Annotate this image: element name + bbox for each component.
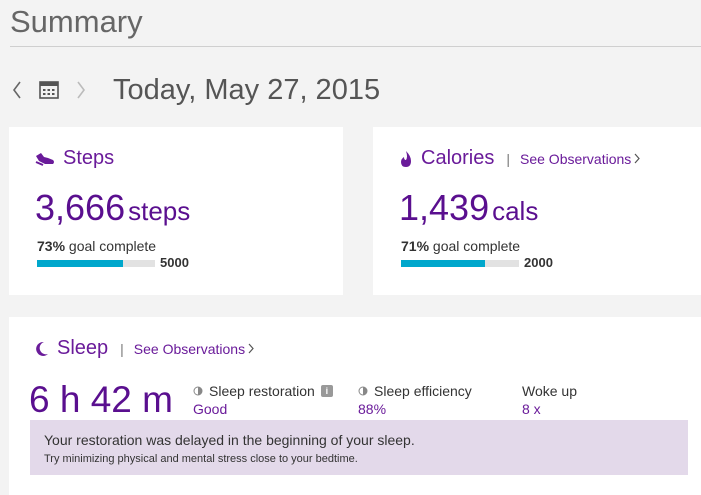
calories-goal-percent: 71% <box>401 238 430 254</box>
chevron-left-icon <box>13 81 21 99</box>
header-separator: | <box>120 340 124 357</box>
shoe-icon <box>35 152 54 166</box>
steps-progress-fill <box>37 260 124 267</box>
title-divider <box>10 46 701 47</box>
calories-header: Calories | See Observations <box>399 147 641 170</box>
steps-metric: 3,666 steps <box>35 187 190 229</box>
observations-link-label: See Observations <box>520 150 632 167</box>
chevron-right-small-icon <box>634 153 641 164</box>
calories-progress-fill <box>401 260 485 267</box>
header-separator: | <box>506 150 510 167</box>
previous-day-button[interactable] <box>10 72 24 108</box>
steps-goal-target: 5000 <box>160 255 189 270</box>
sleep-efficiency-value: 88% <box>358 401 387 417</box>
sleep-efficiency-label: Sleep efficiency <box>374 383 472 399</box>
sleep-title: Sleep <box>57 337 109 359</box>
moon-icon <box>36 341 48 356</box>
sleep-efficiency-stat: Sleep efficiency 88% <box>358 383 472 417</box>
steps-card[interactable]: Steps 3,666 steps 73% goal complete 5000 <box>9 127 343 295</box>
sleep-insight-main: Your restoration was delayed in the begi… <box>44 432 415 448</box>
sleep-insight-box: Your restoration was delayed in the begi… <box>30 420 688 475</box>
woke-up-stat: Woke up 8 x <box>522 383 577 417</box>
info-icon[interactable]: i <box>320 385 333 397</box>
observations-link-label: See Observations <box>133 340 246 357</box>
calories-unit: cals <box>492 196 539 226</box>
steps-goal-label: goal complete <box>68 238 157 254</box>
half-moon-icon <box>193 386 203 396</box>
sleep-header: Sleep | See Observations <box>35 337 254 360</box>
sleep-efficiency-label-row: Sleep efficiency <box>358 383 472 399</box>
current-date: Today, May 27, 2015 <box>113 74 381 106</box>
steps-progress-bar <box>37 260 155 267</box>
sleep-restoration-label-row: Sleep restoration i <box>193 383 333 399</box>
calories-goal-text: 71% goal complete <box>401 238 520 254</box>
calories-goal-label: goal complete <box>432 238 521 254</box>
calories-title: Calories <box>421 147 495 169</box>
calories-value: 1,439 <box>399 187 490 228</box>
calories-progress-bar <box>401 260 519 267</box>
calories-card[interactable]: Calories | See Observations 1,439 cals 71… <box>373 127 701 295</box>
steps-title: Steps <box>63 147 115 169</box>
woke-up-value: 8 x <box>522 401 541 417</box>
calendar-button[interactable] <box>38 72 60 108</box>
sleep-restoration-label: Sleep restoration <box>209 383 315 399</box>
calendar-icon <box>39 81 59 99</box>
sleep-restoration-stat: Sleep restoration i Good <box>193 383 333 417</box>
calories-goal-target: 2000 <box>524 255 553 270</box>
half-moon-icon <box>358 386 368 396</box>
sleep-duration: 6 h 42 m <box>29 379 173 420</box>
steps-goal-percent: 73% <box>37 238 66 254</box>
calories-metric: 1,439 cals <box>399 187 538 229</box>
sleep-insight-sub: Try minimizing physical and mental stres… <box>44 453 358 465</box>
steps-value: 3,666 <box>35 187 126 228</box>
calories-observations-link[interactable]: See Observations <box>520 150 641 167</box>
flame-icon <box>401 150 411 167</box>
page-title: Summary <box>10 4 143 39</box>
sleep-observations-link[interactable]: See Observations <box>134 341 254 357</box>
chevron-right-small-icon <box>248 343 254 354</box>
sleep-restoration-value: Good <box>193 401 228 417</box>
steps-unit: steps <box>128 196 191 226</box>
woke-up-label: Woke up <box>522 383 577 399</box>
steps-header: Steps <box>35 147 114 170</box>
chevron-right-icon <box>77 81 85 99</box>
next-day-button[interactable] <box>74 72 88 108</box>
sleep-card[interactable]: Sleep | See Observations 6 h 42 m Sleep … <box>9 317 701 495</box>
steps-goal-text: 73% goal complete <box>37 238 156 254</box>
